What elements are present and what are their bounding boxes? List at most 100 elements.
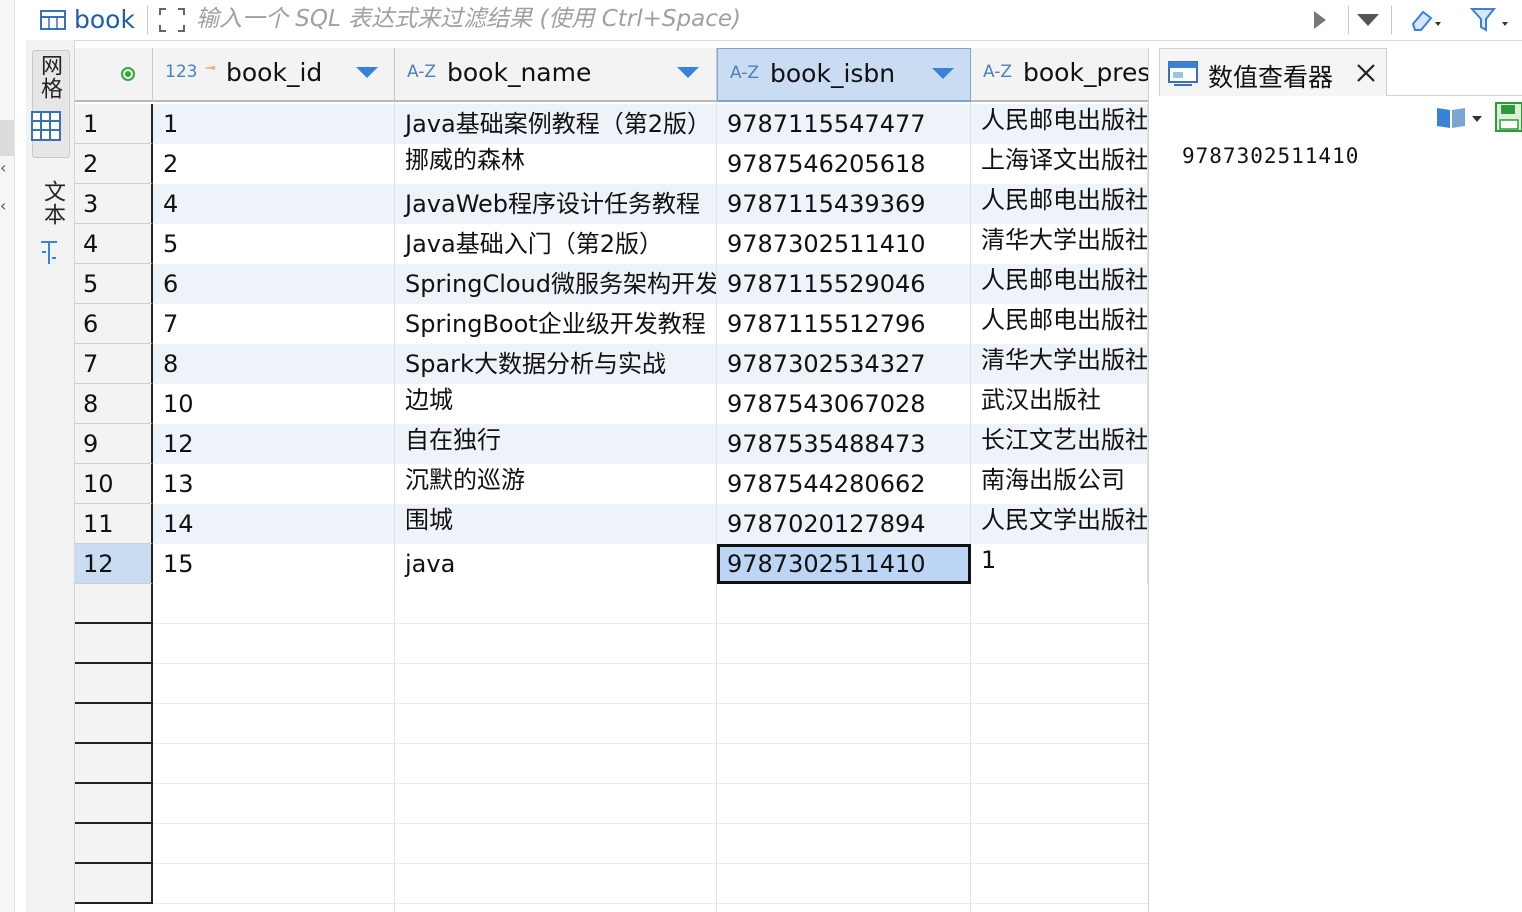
cell-book-id[interactable]: 1	[153, 104, 395, 144]
cell-book-id[interactable]: 12	[153, 424, 395, 464]
column-header-book_isbn[interactable]: A-Z book_isbn	[717, 48, 971, 102]
open-book-icon[interactable]	[1435, 104, 1467, 130]
left-panel-edge: ‹ ‹	[0, 0, 15, 912]
cell-book-isbn[interactable]: 9787020127894	[717, 504, 971, 544]
cell-book-isbn[interactable]: 9787115547477	[717, 104, 971, 144]
empty-row-header	[75, 624, 153, 664]
cell-book-isbn[interactable]: 9787302534327	[717, 344, 971, 384]
cell-book-id[interactable]: 10	[153, 384, 395, 424]
table-icon	[40, 10, 66, 30]
row-number[interactable]: 11	[75, 504, 153, 544]
cell-value-text[interactable]: 9787302511410	[1182, 144, 1359, 168]
close-icon[interactable]	[1354, 61, 1378, 85]
empty-row	[153, 744, 1148, 784]
column-header-book_press[interactable]: A-Z book_pres	[971, 48, 1150, 102]
panel-tabstrip: 数值查看器	[1149, 48, 1522, 96]
cell-book-name[interactable]: Spark大数据分析与实战	[395, 344, 717, 384]
cell-book-id[interactable]: 14	[153, 504, 395, 544]
cell-book-name[interactable]: 自在独行	[395, 424, 717, 464]
cell-book-id[interactable]: 8	[153, 344, 395, 384]
column-name: book_name	[447, 58, 592, 87]
tab-grid-label[interactable]: 网格	[33, 54, 65, 100]
cell-book-press[interactable]: 人民文学出版社	[971, 504, 1148, 544]
cell-book-name[interactable]: 挪威的森林	[395, 144, 717, 184]
cell-book-press[interactable]: 长江文艺出版社	[971, 424, 1148, 464]
empty-row	[153, 704, 1148, 744]
cell-book-isbn[interactable]: 9787302511410	[717, 224, 971, 264]
expand-icon[interactable]	[157, 6, 187, 34]
left-collapse-icon[interactable]: ‹	[0, 158, 6, 177]
cell-book-name[interactable]: SpringBoot企业级开发教程	[395, 304, 717, 344]
cell-book-press[interactable]: 1	[971, 544, 1148, 584]
apply-filter-icon[interactable]	[1313, 10, 1327, 30]
row-number[interactable]: 8	[75, 384, 153, 424]
row-number[interactable]: 5	[75, 264, 153, 304]
row-number[interactable]: 1	[75, 104, 153, 144]
eraser-icon[interactable]	[1407, 6, 1441, 34]
filter-toolbar: book	[26, 0, 1522, 41]
sort-filter-icon[interactable]	[932, 68, 954, 79]
filter-history-dropdown-icon[interactable]	[1356, 13, 1380, 27]
empty-row	[153, 664, 1148, 704]
cell-book-press[interactable]: 上海译文出版社	[971, 144, 1148, 184]
cell-book-id[interactable]: 13	[153, 464, 395, 504]
row-number[interactable]: 4	[75, 224, 153, 264]
column-header-book_id[interactable]: 123 ⊸ book_id	[153, 48, 395, 102]
cell-book-isbn[interactable]: 9787302511410	[717, 544, 971, 584]
cell-book-isbn[interactable]: 9787115439369	[717, 184, 971, 224]
cell-book-name[interactable]: 边城	[395, 384, 717, 424]
cell-book-press[interactable]: 武汉出版社	[971, 384, 1148, 424]
cell-book-id[interactable]: 15	[153, 544, 395, 584]
cell-book-name[interactable]: 沉默的巡游	[395, 464, 717, 504]
sort-filter-icon[interactable]	[677, 67, 699, 78]
save-icon[interactable]	[1495, 102, 1522, 132]
empty-row-header	[75, 664, 153, 704]
cell-book-press[interactable]: 清华大学出版社	[971, 344, 1148, 384]
cell-book-press[interactable]: 人民邮电出版社	[971, 304, 1148, 344]
empty-row	[153, 784, 1148, 824]
cell-book-press[interactable]: 人民邮电出版社	[971, 264, 1148, 304]
cell-book-isbn[interactable]: 9787115512796	[717, 304, 971, 344]
cell-book-id[interactable]: 6	[153, 264, 395, 304]
cell-book-id[interactable]: 2	[153, 144, 395, 184]
cell-book-name[interactable]: Java基础入门（第2版）	[395, 224, 717, 264]
cell-book-name[interactable]: SpringCloud微服务架构开发	[395, 264, 717, 304]
sort-filter-icon[interactable]	[356, 67, 378, 78]
numeric-type-icon: 123	[165, 62, 198, 82]
cell-book-isbn[interactable]: 9787535488473	[717, 424, 971, 464]
grid-icon[interactable]	[30, 110, 62, 142]
grid-corner[interactable]	[75, 48, 153, 102]
value-viewer-tab[interactable]: 数值查看器	[1159, 48, 1387, 96]
table-name[interactable]: book	[74, 5, 135, 34]
cell-book-name[interactable]: Java基础案例教程（第2版）	[395, 104, 717, 144]
separator	[1391, 6, 1392, 34]
left-collapse-icon-2[interactable]: ‹	[0, 196, 6, 215]
row-number[interactable]: 10	[75, 464, 153, 504]
cell-book-id[interactable]: 5	[153, 224, 395, 264]
cell-book-id[interactable]: 7	[153, 304, 395, 344]
row-number[interactable]: 7	[75, 344, 153, 384]
filter-input[interactable]	[196, 4, 1306, 34]
cell-book-name[interactable]: JavaWeb程序设计任务教程	[395, 184, 717, 224]
cell-book-name[interactable]: 围城	[395, 504, 717, 544]
tab-text-label[interactable]: 文本	[36, 180, 68, 226]
cell-book-press[interactable]: 南海出版公司	[971, 464, 1148, 504]
cell-book-isbn[interactable]: 9787546205618	[717, 144, 971, 184]
cell-book-press[interactable]: 人民邮电出版社	[971, 184, 1148, 224]
cell-book-press[interactable]: 人民邮电出版社	[971, 104, 1148, 144]
cell-book-id[interactable]: 4	[153, 184, 395, 224]
cell-book-isbn[interactable]: 9787115529046	[717, 264, 971, 304]
row-number[interactable]: 12	[75, 544, 153, 584]
cell-book-press[interactable]: 清华大学出版社	[971, 224, 1148, 264]
row-number[interactable]: 9	[75, 424, 153, 464]
cell-book-isbn[interactable]: 9787544280662	[717, 464, 971, 504]
row-number[interactable]: 3	[75, 184, 153, 224]
funnel-icon[interactable]	[1470, 6, 1510, 34]
row-number[interactable]: 6	[75, 304, 153, 344]
cell-book-isbn[interactable]: 9787543067028	[717, 384, 971, 424]
viewer-dropdown-icon[interactable]	[1472, 116, 1482, 122]
cell-book-name[interactable]: java	[395, 544, 717, 584]
column-header-book_name[interactable]: A-Z book_name	[395, 48, 717, 102]
text-icon[interactable]	[38, 238, 60, 268]
row-number[interactable]: 2	[75, 144, 153, 184]
